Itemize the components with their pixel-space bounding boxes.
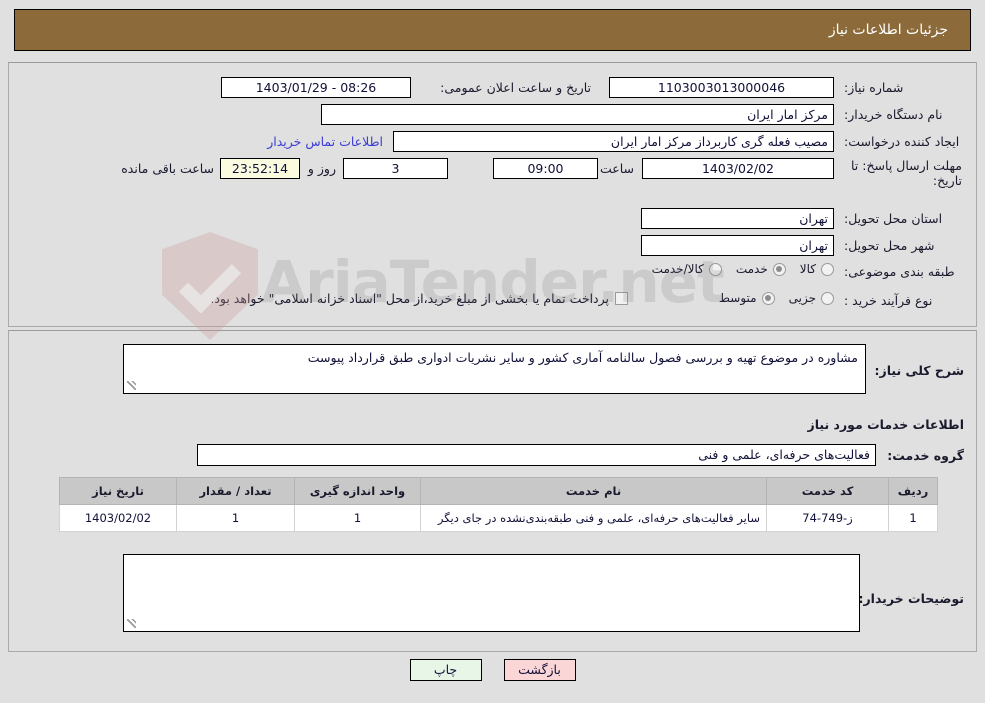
category-radio-khedmat[interactable]	[772, 262, 786, 276]
city-label: شهر محل تحویل:	[844, 238, 935, 253]
deadline-hour-label: ساعت	[599, 161, 634, 176]
deadline-date-field[interactable]: 1403/02/02	[642, 158, 834, 179]
buyer-contact-link[interactable]: اطلاعات تماس خریدار	[267, 134, 383, 149]
deadline-label: مهلت ارسال پاسخ: تا تاریخ:	[851, 158, 962, 188]
days-word-label: روز و	[307, 161, 336, 176]
th-row-no: ردیف	[888, 477, 938, 505]
category-radio-group: کالا خدمت کالا/خدمت	[652, 262, 834, 276]
province-label: استان محل تحویل:	[844, 211, 943, 226]
process-radio-motevaset[interactable]	[761, 291, 775, 305]
category-radio-kala[interactable]	[821, 262, 834, 276]
category-option-label-0: کالا	[799, 262, 816, 276]
treasury-checkbox-label: پرداخت تمام یا بخشی از مبلغ خرید،از محل …	[210, 291, 609, 306]
treasury-checkbox[interactable]	[615, 292, 628, 305]
general-desc-textarea[interactable]: مشاوره در موضوع تهیه و بررسی فصول سالنام…	[123, 344, 866, 394]
need-detail-panel: شرح کلی نیاز: مشاوره در موضوع تهیه و برر…	[8, 330, 977, 652]
th-service-code: کد خدمت	[766, 477, 889, 505]
process-label: نوع فرآیند خرید :	[844, 293, 933, 308]
cell-row-no: 1	[888, 504, 938, 532]
action-button-bar: بازگشت چاپ	[0, 659, 985, 681]
category-row: طبقه بندی موضوعی:	[844, 264, 962, 279]
remaining-word-label: ساعت باقی مانده	[121, 161, 214, 176]
cell-need-date: 1403/02/02	[59, 504, 177, 532]
process-row: نوع فرآیند خرید :	[844, 293, 962, 308]
cell-service-name: سایر فعالیت‌های حرفه‌ای، علمی و فنی طبقه…	[420, 504, 767, 532]
province-field[interactable]: تهران	[641, 208, 834, 229]
process-option-label-1: متوسط	[718, 291, 757, 305]
process-radio-group: جزیی متوسط	[719, 291, 834, 305]
category-label: طبقه بندی موضوعی:	[844, 264, 955, 279]
treasury-checkbox-row: پرداخت تمام یا بخشی از مبلغ خرید،از محل …	[210, 291, 628, 306]
cell-quantity: 1	[176, 504, 295, 532]
need-number-label: شماره نیاز:	[844, 80, 904, 95]
category-option-label-2: کالا/خدمت	[651, 262, 704, 276]
need-info-panel: شماره نیاز: 1103003013000046 تاریخ و ساع…	[8, 62, 977, 327]
buyer-org-row: نام دستگاه خریدار:	[844, 107, 962, 122]
page-title: جزئیات اطلاعات نیاز	[828, 22, 948, 38]
creator-field[interactable]: مصیب فعله گری کاربرداز مرکز امار ایران	[393, 131, 834, 152]
countdown-field: 23:52:14	[220, 158, 300, 179]
service-group-field[interactable]: فعالیت‌های حرفه‌ای، علمی و فنی	[197, 444, 876, 466]
city-row: شهر محل تحویل:	[844, 238, 962, 253]
th-quantity: تعداد / مقدار	[176, 477, 295, 505]
need-number-field[interactable]: 1103003013000046	[609, 77, 834, 98]
deadline-time-field[interactable]: 09:00	[493, 158, 598, 179]
services-table: ردیف کد خدمت نام خدمت واحد اندازه گیری ت…	[59, 477, 938, 532]
back-button[interactable]: بازگشت	[503, 659, 576, 681]
announce-label: تاریخ و ساعت اعلان عمومی:	[440, 80, 591, 95]
process-option-label-0: جزیی	[788, 291, 816, 305]
category-radio-kala-khedmat[interactable]	[708, 262, 722, 276]
buyer-notes-textarea[interactable]	[123, 554, 860, 632]
creator-row: ایجاد کننده درخواست:	[844, 134, 962, 149]
th-unit: واحد اندازه گیری	[294, 477, 421, 505]
deadline-label-row: مهلت ارسال پاسخ: تا تاریخ:	[840, 158, 962, 188]
page-title-bar: جزئیات اطلاعات نیاز	[14, 9, 971, 51]
th-service-name: نام خدمت	[420, 477, 767, 505]
services-section-title: اطلاعات خدمات مورد نیاز	[807, 417, 965, 432]
table-row: 1 ز-749-74 سایر فعالیت‌های حرفه‌ای، علمی…	[59, 504, 938, 532]
service-group-label: گروه خدمت:	[887, 448, 964, 463]
buyer-org-label: نام دستگاه خریدار:	[844, 107, 943, 122]
announce-label-row: تاریخ و ساعت اعلان عمومی:	[440, 80, 591, 95]
cell-service-code: ز-749-74	[766, 504, 889, 532]
announce-datetime-field[interactable]: 08:26 - 1403/01/29	[221, 77, 411, 98]
buyer-notes-label: توضیحات خریدار:	[858, 591, 964, 606]
process-radio-jozi[interactable]	[821, 291, 834, 305]
print-button[interactable]: چاپ	[409, 659, 482, 681]
creator-label: ایجاد کننده درخواست:	[844, 134, 960, 149]
buyer-org-field[interactable]: مرکز امار ایران	[321, 104, 834, 125]
days-remaining-field[interactable]: 3	[343, 158, 448, 179]
table-header-row: ردیف کد خدمت نام خدمت واحد اندازه گیری ت…	[59, 477, 938, 505]
category-option-label-1: خدمت	[735, 262, 768, 276]
province-row: استان محل تحویل:	[844, 211, 962, 226]
city-field[interactable]: تهران	[641, 235, 834, 256]
th-need-date: تاریخ نیاز	[59, 477, 177, 505]
need-number-row: شماره نیاز:	[844, 80, 962, 95]
general-desc-label: شرح کلی نیاز:	[874, 363, 964, 378]
cell-unit: 1	[294, 504, 421, 532]
